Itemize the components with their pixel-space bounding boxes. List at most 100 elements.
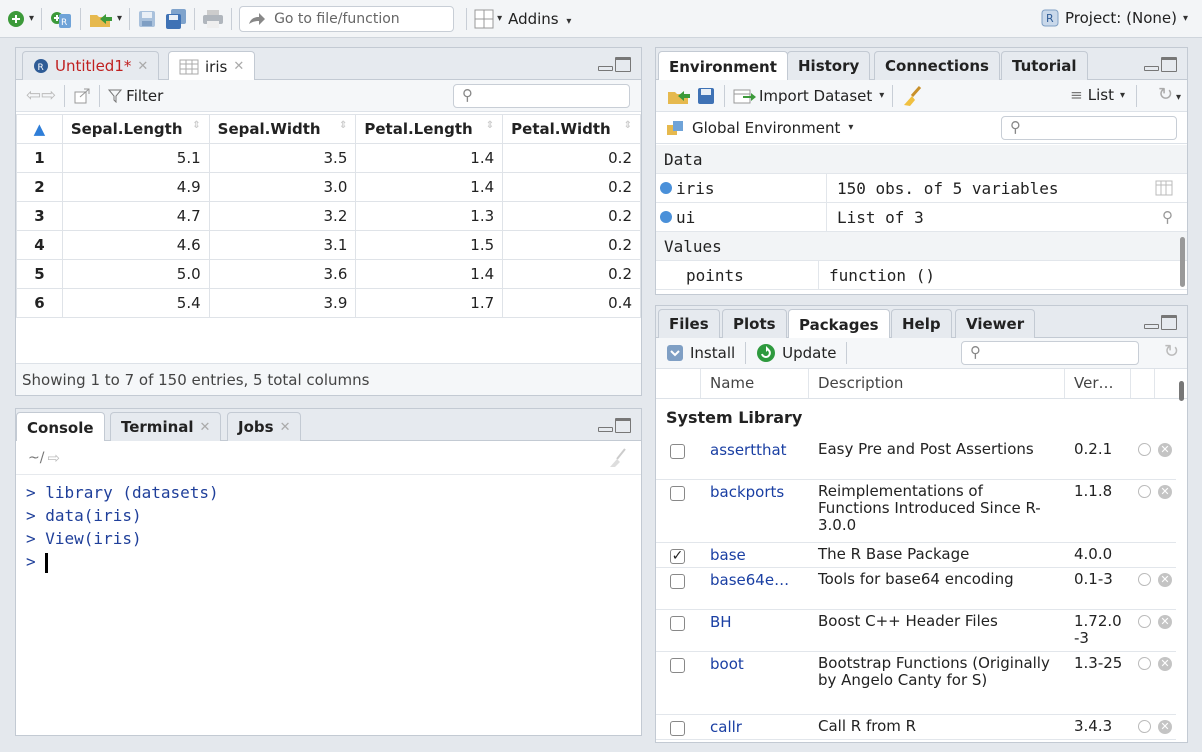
- column-header-name[interactable]: Name: [710, 374, 754, 392]
- column-header[interactable]: Sepal.Length ⇕: [61, 114, 210, 144]
- expand-arrow-icon[interactable]: [660, 211, 672, 223]
- remove-package-icon[interactable]: ✕: [1158, 443, 1172, 457]
- refresh-icon[interactable]: ↻ ▾: [1158, 84, 1181, 105]
- tab-history[interactable]: History: [787, 51, 871, 80]
- back-forward-icon[interactable]: ⇦⇨: [26, 85, 56, 106]
- minimize-icon[interactable]: [598, 66, 613, 71]
- package-row[interactable]: ✓ base The R Base Package 4.0.0: [656, 543, 1176, 568]
- tab-viewer[interactable]: Viewer: [955, 309, 1036, 338]
- packages-search-input[interactable]: ⚲: [961, 341, 1139, 365]
- update-button[interactable]: Update: [756, 343, 836, 363]
- package-checkbox[interactable]: [670, 486, 685, 501]
- view-table-icon[interactable]: [1155, 180, 1173, 196]
- import-dataset-button[interactable]: Import Dataset ▾: [733, 87, 884, 105]
- data-search-input[interactable]: ⚲: [453, 84, 630, 108]
- table-row[interactable]: 3 4.7 3.2 1.3 0.2: [16, 201, 641, 231]
- env-scrollbar[interactable]: [1180, 237, 1185, 287]
- console-output[interactable]: > library (datasets) > data(iris) > View…: [26, 481, 631, 573]
- package-row[interactable]: base64e… Tools for base64 encoding 0.1-3 ✕: [656, 568, 1176, 610]
- new-file-icon[interactable]: ▾: [6, 6, 34, 32]
- save-workspace-icon[interactable]: [696, 86, 716, 106]
- project-menu[interactable]: R Project: (None) ▾: [1041, 9, 1188, 27]
- sort-indicator-icon[interactable]: ▲: [16, 114, 63, 144]
- goto-dir-arrow-icon[interactable]: ⇨: [47, 449, 60, 467]
- close-icon[interactable]: ✕: [280, 420, 291, 435]
- install-button[interactable]: Install: [666, 344, 735, 362]
- console-prompt-line[interactable]: >: [26, 550, 631, 573]
- filter-button[interactable]: Filter: [108, 87, 163, 105]
- env-search-input[interactable]: ⚲: [1001, 116, 1177, 140]
- column-header[interactable]: Petal.Length ⇕: [355, 114, 504, 144]
- env-item-points[interactable]: points function (): [656, 260, 1187, 290]
- print-icon[interactable]: [202, 6, 224, 32]
- package-name-link[interactable]: boot: [710, 655, 744, 673]
- package-checkbox[interactable]: [670, 721, 685, 736]
- tab-tutorial[interactable]: Tutorial: [1001, 51, 1088, 80]
- globe-icon[interactable]: [1138, 443, 1151, 456]
- save-icon[interactable]: [137, 6, 157, 32]
- new-project-icon[interactable]: R: [49, 6, 73, 32]
- close-icon[interactable]: ✕: [200, 420, 211, 435]
- save-all-icon[interactable]: [165, 6, 187, 32]
- column-header[interactable]: Petal.Width ⇕: [502, 114, 641, 144]
- globe-icon[interactable]: [1138, 615, 1151, 628]
- env-item-ui[interactable]: ui List of 3 ⚲: [656, 202, 1187, 232]
- package-row[interactable]: BH Boost C++ Header Files 1.72.0-3 ✕: [656, 610, 1176, 652]
- column-header-description[interactable]: Description: [818, 374, 903, 392]
- column-header-version[interactable]: Ver…: [1074, 374, 1114, 392]
- package-row[interactable]: callr Call R from R 3.4.3 ✕: [656, 715, 1176, 740]
- package-name-link[interactable]: callr: [710, 718, 742, 736]
- package-checkbox[interactable]: ✓: [670, 549, 685, 564]
- package-checkbox[interactable]: [670, 574, 685, 589]
- tab-help[interactable]: Help: [891, 309, 952, 338]
- globe-icon[interactable]: [1138, 573, 1151, 586]
- package-row[interactable]: assertthat Easy Pre and Post Assertions 0.…: [656, 438, 1176, 480]
- maximize-icon[interactable]: [615, 418, 631, 433]
- minimize-icon[interactable]: [598, 427, 613, 432]
- table-row[interactable]: 1 5.1 3.5 1.4 0.2: [16, 143, 641, 173]
- search-icon[interactable]: ⚲: [1162, 208, 1173, 226]
- maximize-icon[interactable]: [1161, 57, 1177, 72]
- remove-package-icon[interactable]: ✕: [1158, 720, 1172, 734]
- package-name-link[interactable]: base64e…: [710, 571, 789, 589]
- tab-console[interactable]: Console: [16, 412, 105, 442]
- column-header[interactable]: Sepal.Width ⇕: [208, 114, 357, 144]
- minimize-icon[interactable]: [1144, 324, 1159, 329]
- tab-iris[interactable]: iris ✕: [168, 51, 256, 81]
- source-minmax[interactable]: [598, 57, 631, 72]
- broom-icon[interactable]: [607, 447, 629, 469]
- table-row[interactable]: 5 5.0 3.6 1.4 0.2: [16, 259, 641, 289]
- tab-plots[interactable]: Plots: [722, 309, 787, 338]
- tab-connections[interactable]: Connections: [874, 51, 1000, 80]
- package-row[interactable]: backports Reimplementations of Functions …: [656, 480, 1176, 543]
- console-minmax[interactable]: [598, 418, 631, 433]
- open-file-icon[interactable]: ▾: [88, 6, 122, 32]
- files-minmax[interactable]: [1144, 315, 1177, 330]
- remove-package-icon[interactable]: ✕: [1158, 573, 1172, 587]
- package-name-link[interactable]: base: [710, 546, 746, 564]
- package-name-link[interactable]: assertthat: [710, 441, 787, 459]
- maximize-icon[interactable]: [615, 57, 631, 72]
- env-minmax[interactable]: [1144, 57, 1177, 72]
- package-name-link[interactable]: BH: [710, 613, 732, 631]
- package-checkbox[interactable]: [670, 658, 685, 673]
- package-checkbox[interactable]: [670, 444, 685, 459]
- maximize-icon[interactable]: [1161, 315, 1177, 330]
- popout-icon[interactable]: [73, 87, 91, 105]
- tab-files[interactable]: Files: [658, 309, 720, 338]
- global-env-menu[interactable]: Global Environment ▾: [666, 119, 853, 137]
- list-view-menu[interactable]: ≡ List ▾: [1070, 86, 1125, 104]
- table-row[interactable]: 2 4.9 3.0 1.4 0.2: [16, 172, 641, 202]
- close-icon[interactable]: ✕: [137, 59, 148, 74]
- package-row[interactable]: boot Bootstrap Functions (Originally by A…: [656, 652, 1176, 715]
- remove-package-icon[interactable]: ✕: [1158, 485, 1172, 499]
- clear-workspace-broom-icon[interactable]: [901, 85, 923, 107]
- addins-menu[interactable]: Addins ▾: [508, 10, 571, 28]
- package-checkbox[interactable]: [670, 616, 685, 631]
- minimize-icon[interactable]: [1144, 66, 1159, 71]
- tab-terminal[interactable]: Terminal ✕: [110, 412, 222, 441]
- expand-arrow-icon[interactable]: [660, 182, 672, 194]
- env-item-iris[interactable]: iris 150 obs. of 5 variables: [656, 173, 1187, 203]
- globe-icon[interactable]: [1138, 720, 1151, 733]
- globe-icon[interactable]: [1138, 485, 1151, 498]
